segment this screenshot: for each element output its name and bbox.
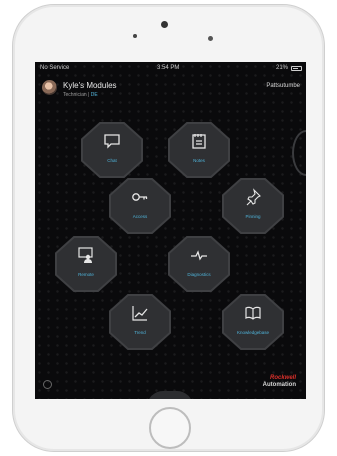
side-dial[interactable] <box>292 130 306 176</box>
open-book-icon <box>243 303 263 323</box>
user-locale[interactable]: DE <box>91 92 98 98</box>
tile-trend[interactable]: Trend <box>109 294 171 350</box>
brand-logo: Rockwell Automation <box>263 375 296 389</box>
user-role: Technician <box>63 92 87 98</box>
tile-knowledgebase[interactable]: Knowledgebase <box>222 294 284 350</box>
status-time: 3:54 PM <box>157 65 180 71</box>
speaker-dot <box>161 21 168 28</box>
tile-label: Remote <box>78 272 94 277</box>
tile-pinning[interactable]: Pinning <box>222 178 284 234</box>
tile-label: Notes <box>193 158 205 163</box>
home-button[interactable] <box>149 407 191 449</box>
sensor-dot <box>208 36 213 41</box>
header-link[interactable]: Pattsutumbe <box>266 83 300 89</box>
drawer-handle[interactable] <box>147 391 193 399</box>
brand-name-bottom: Automation <box>262 382 296 388</box>
tile-label: Diagnostics <box>187 272 211 277</box>
tile-access[interactable]: Access <box>109 178 171 234</box>
battery-icon <box>291 66 302 71</box>
user-subtitle: Technician | DE <box>63 92 98 98</box>
tile-label: Chat <box>107 158 117 163</box>
front-camera <box>133 34 137 38</box>
app-header: Kyle's Modules Technician | DE Pattsutum… <box>35 76 306 104</box>
app-screen: No Service 3:54 PM 21% Kyle's Modules Te… <box>35 62 306 399</box>
trend-chart-icon <box>130 303 150 323</box>
phone-frame: No Service 3:54 PM 21% Kyle's Modules Te… <box>12 4 325 452</box>
tile-notes[interactable]: Notes <box>168 122 230 178</box>
brand-name-top: Rockwell <box>269 375 296 381</box>
remote-user-icon <box>76 245 96 265</box>
avatar[interactable] <box>42 80 57 95</box>
notepad-icon <box>189 131 209 151</box>
status-bar: No Service 3:54 PM 21% <box>35 62 306 74</box>
tile-label: Access <box>132 214 148 219</box>
user-name: Kyle's Modules <box>63 81 117 90</box>
carrier-text: No Service <box>40 65 70 71</box>
tile-label: Trend <box>134 330 146 335</box>
settings-icon[interactable] <box>43 380 52 389</box>
chat-bubble-icon <box>102 131 122 151</box>
key-icon <box>130 187 150 207</box>
tile-label: Knowledgebase <box>236 330 270 335</box>
tile-chat[interactable]: Chat <box>81 122 143 178</box>
heartbeat-icon <box>189 245 209 265</box>
tile-diagnostics[interactable]: Diagnostics <box>168 236 230 292</box>
tile-remote[interactable]: Remote <box>55 236 117 292</box>
pushpin-icon <box>243 187 263 207</box>
battery-percent: 21% <box>275 65 288 71</box>
tile-label: Pinning <box>245 214 261 219</box>
